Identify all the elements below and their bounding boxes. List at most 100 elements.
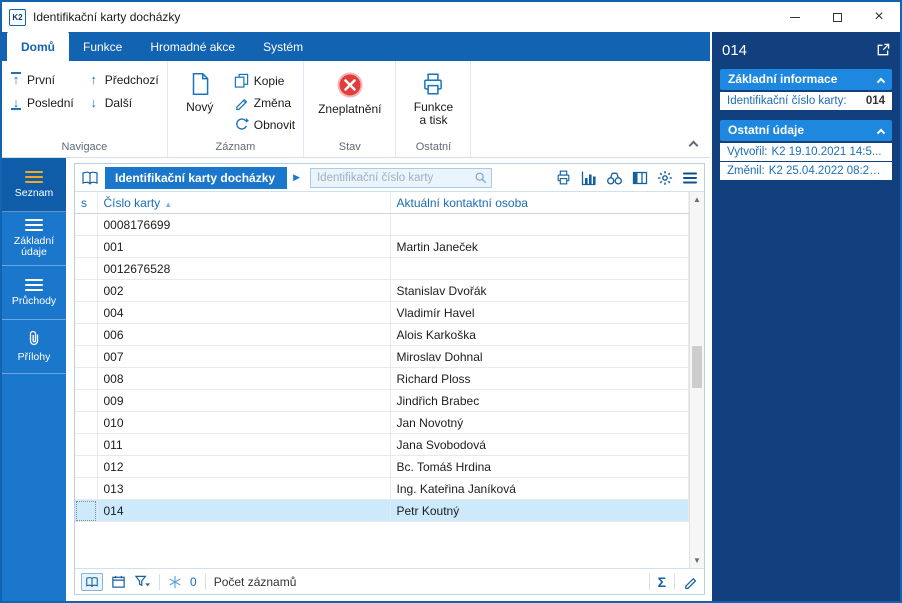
tab-hromadne-akce[interactable]: Hromadné akce [136,32,249,61]
col-header-card[interactable]: Číslo karty ▲ [97,192,391,214]
table-row[interactable]: 014 Petr Koutný [75,499,689,522]
card-number-cell[interactable]: 001 [97,235,391,258]
sidebar-item-seznam[interactable]: Seznam [2,158,66,212]
row-marker-cell[interactable] [75,345,98,368]
scroll-down-icon[interactable]: ▼ [690,553,704,568]
contact-person-cell[interactable]: Ing. Kateřina Janíková [390,477,689,500]
sidebar-item-zakladni-udaje[interactable]: Základní údaje [2,212,66,266]
row-marker-cell[interactable] [75,257,98,280]
view-toggle-button[interactable] [81,572,103,591]
snowflake-button[interactable] [168,575,182,589]
copy-button[interactable]: Kopie [234,73,295,88]
table-row[interactable]: 007 Miroslav Dohnal [75,345,689,368]
edit-button[interactable]: Změna [234,95,295,110]
play-icon[interactable]: ▶ [293,172,300,183]
section-other-info[interactable]: Ostatní údaje [720,120,892,141]
card-number-cell[interactable]: 002 [97,279,391,302]
contact-person-cell[interactable]: Bc. Tomáš Hrdina [390,455,689,478]
contact-person-cell[interactable]: Jana Svobodová [390,433,689,456]
search-input[interactable] [309,167,492,188]
table-row[interactable]: 001 Martin Janeček [75,235,689,258]
card-number-cell[interactable]: 004 [97,301,391,324]
contact-person-cell[interactable]: Stanislav Dvořák [390,279,689,302]
close-button[interactable]: × [858,2,900,32]
ribbon-collapse-button[interactable] [686,139,700,151]
sum-button[interactable]: Σ [658,574,666,590]
card-number-cell[interactable]: 010 [97,411,391,434]
row-marker-cell[interactable] [75,323,98,346]
next-button[interactable]: ↓ Další [88,96,159,110]
table-row[interactable]: 009 Jindřich Brabec [75,389,689,412]
functions-print-button[interactable]: Funkce a tisk [404,66,462,127]
col-header-s[interactable]: s [75,192,98,214]
row-marker-cell[interactable] [75,477,98,500]
table-row[interactable]: 013 Ing. Kateřina Janíková [75,477,689,500]
tab-system[interactable]: Systém [249,32,317,61]
invalidate-button[interactable]: Zneplatnění [312,66,387,116]
row-marker-cell[interactable] [75,455,98,478]
sidebar-item-pruchody[interactable]: Průchody [2,266,66,320]
table-row[interactable]: 004 Vladimír Havel [75,301,689,324]
contact-person-cell[interactable]: Richard Ploss [390,367,689,390]
popout-button[interactable] [875,42,890,57]
card-number-cell[interactable]: 014 [97,499,391,522]
row-marker-cell[interactable] [75,367,98,390]
print-button[interactable] [555,169,572,186]
contact-person-cell[interactable]: Jan Novotný [390,411,689,434]
row-marker-cell[interactable] [75,433,98,456]
contact-person-cell[interactable] [390,257,689,280]
new-button[interactable]: Nový [176,66,224,114]
row-marker-cell[interactable] [75,213,98,236]
chart-button[interactable] [581,170,597,186]
minimize-button[interactable] [774,2,816,32]
contact-person-cell[interactable]: Martin Janeček [390,235,689,258]
card-number-cell[interactable]: 008 [97,367,391,390]
previous-button[interactable]: ↑ Předchozí [88,73,158,87]
contact-person-cell[interactable]: Vladimír Havel [390,301,689,324]
card-number-cell[interactable]: 009 [97,389,391,412]
scrollbar-thumb[interactable] [692,346,702,389]
row-marker-cell[interactable] [75,235,98,258]
table-row[interactable]: 011 Jana Svobodová [75,433,689,456]
menu-button[interactable] [682,171,698,185]
calendar-button[interactable] [111,574,126,589]
table-row[interactable]: 008 Richard Ploss [75,367,689,390]
table-row[interactable]: 006 Alois Karkoška [75,323,689,346]
card-number-cell[interactable]: 007 [97,345,391,368]
table-row[interactable]: 0012676528 [75,257,689,280]
row-marker-cell[interactable] [75,301,98,324]
table-row[interactable]: 010 Jan Novotný [75,411,689,434]
scroll-up-icon[interactable]: ▲ [690,192,704,207]
vertical-scrollbar[interactable]: ▲ ▼ [689,192,704,568]
filter-button[interactable] [134,574,151,589]
edit-record-button[interactable] [683,574,698,589]
table-row[interactable]: 002 Stanislav Dvořák [75,279,689,302]
card-number-cell[interactable]: 0012676528 [97,257,391,280]
last-button[interactable]: ↓ Poslední [10,96,74,110]
card-number-cell[interactable]: 006 [97,323,391,346]
contact-person-cell[interactable]: Alois Karkoška [390,323,689,346]
table-row[interactable]: 012 Bc. Tomáš Hrdina [75,455,689,478]
refresh-button[interactable]: Obnovit [234,117,295,132]
sidebar-item-prilohy[interactable]: Přílohy [2,320,66,374]
row-marker-cell[interactable] [75,499,98,522]
first-button[interactable]: ↑ První [10,72,74,87]
tab-domu[interactable]: Domů [7,32,69,61]
card-number-cell[interactable]: 013 [97,477,391,500]
col-header-person[interactable]: Aktuální kontaktní osoba [390,192,689,214]
binoculars-button[interactable] [606,170,623,186]
columns-button[interactable] [632,170,648,186]
card-number-cell[interactable]: 012 [97,455,391,478]
contact-person-cell[interactable]: Jindřich Brabec [390,389,689,412]
table-row[interactable]: 0008176699 [75,213,689,236]
maximize-button[interactable] [816,2,858,32]
tab-funkce[interactable]: Funkce [69,32,136,61]
contact-person-cell[interactable]: Petr Koutný [390,499,689,522]
contact-person-cell[interactable] [390,213,689,236]
row-marker-cell[interactable] [75,411,98,434]
card-number-cell[interactable]: 011 [97,433,391,456]
row-marker-cell[interactable] [75,389,98,412]
row-marker-cell[interactable] [75,279,98,302]
contact-person-cell[interactable]: Miroslav Dohnal [390,345,689,368]
settings-button[interactable] [657,170,673,186]
